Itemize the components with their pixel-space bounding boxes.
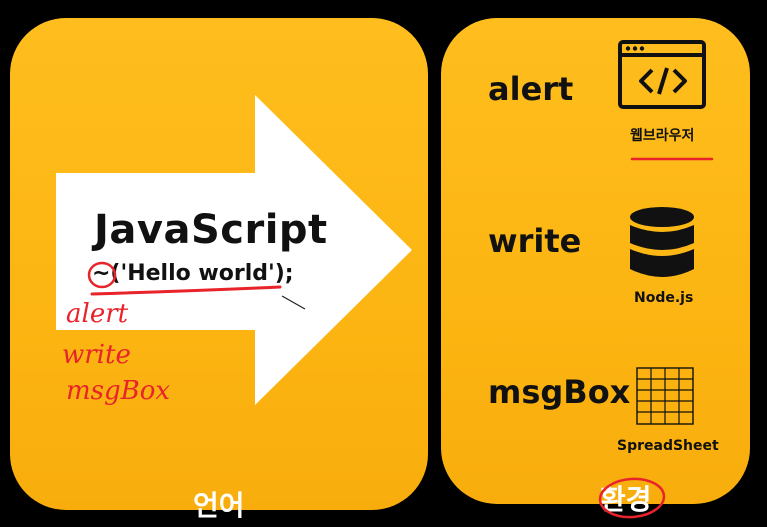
handwritten-msgbox: msgBox (66, 376, 171, 406)
env-method-write: write (488, 222, 582, 260)
red-underline-mark (630, 157, 714, 161)
red-circle-mark (598, 477, 666, 519)
code-window-icon (618, 40, 706, 109)
handwritten-write: write (62, 340, 131, 370)
database-icon (630, 207, 694, 277)
caption-spreadsheet: SpreadSheet (617, 438, 719, 454)
caption-node-js: Node.js (634, 290, 694, 306)
env-method-alert: alert (488, 70, 574, 108)
grid-table-icon (636, 367, 694, 425)
env-method-msgbox: msgBox (488, 373, 631, 411)
language-label: 언어 (193, 489, 245, 522)
caption-web-browser: 웹브라우저 (630, 128, 695, 144)
handwritten-alert: alert (66, 299, 129, 329)
